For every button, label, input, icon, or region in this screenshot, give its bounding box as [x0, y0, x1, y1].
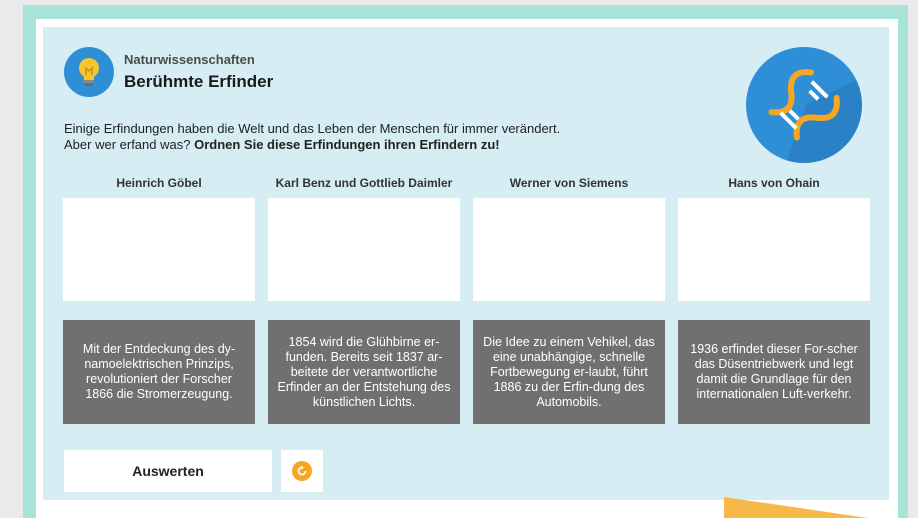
inventor-label-siemens: Werner von Siemens — [509, 176, 629, 190]
invention-card-text: Mit der Entdeckung des dy-namoelektrisch… — [82, 342, 236, 401]
invention-card-text: 1936 erfindet dieser For-scher das Düsen… — [690, 342, 858, 401]
inventor-label-goebel: Heinrich Göbel — [116, 176, 202, 190]
reset-button[interactable] — [281, 450, 323, 492]
drop-zone-benz-daimler[interactable] — [268, 198, 460, 301]
intro-line-2: Aber wer erfand was? Ordnen Sie diese Er… — [64, 137, 560, 153]
reset-icon — [292, 461, 312, 481]
invention-card-text: Die Idee zu einem Vehikel, das eine unab… — [483, 334, 655, 409]
intro-line-1: Einige Erfindungen haben die Welt und da… — [64, 121, 561, 136]
drop-zone-ohain[interactable] — [678, 198, 870, 301]
invention-card-2[interactable]: 1854 wird die Glühbirne er-funden. Berei… — [268, 320, 460, 424]
intro-line-2-bold: Ordnen Sie diese Erfindungen ihren Erfin… — [194, 137, 500, 152]
dna-icon — [746, 47, 862, 163]
invention-card-3[interactable]: Die Idee zu einem Vehikel, das eine unab… — [473, 320, 665, 424]
invention-card-4[interactable]: 1936 erfindet dieser For-scher das Düsen… — [678, 320, 870, 424]
evaluate-button[interactable]: Auswerten — [64, 450, 272, 492]
instructions: Einige Erfindungen haben die Welt und da… — [64, 121, 560, 153]
invention-card-1[interactable]: Mit der Entdeckung des dy-namoelektrisch… — [63, 320, 255, 424]
category-label: Naturwissenschaften — [124, 52, 255, 67]
inventor-label-benz-daimler: Karl Benz und Gottlieb Daimler — [275, 176, 453, 190]
lightbulb-icon — [64, 47, 114, 97]
drop-zone-siemens[interactable] — [473, 198, 665, 301]
page-title: Berühmte Erfinder — [124, 72, 274, 91]
drop-zone-goebel[interactable] — [63, 198, 255, 301]
inventor-label-ohain: Hans von Ohain — [728, 176, 820, 190]
intro-line-2-plain: Aber wer erfand was? — [64, 137, 195, 152]
invention-card-text: 1854 wird die Glühbirne er-funden. Berei… — [277, 334, 451, 409]
